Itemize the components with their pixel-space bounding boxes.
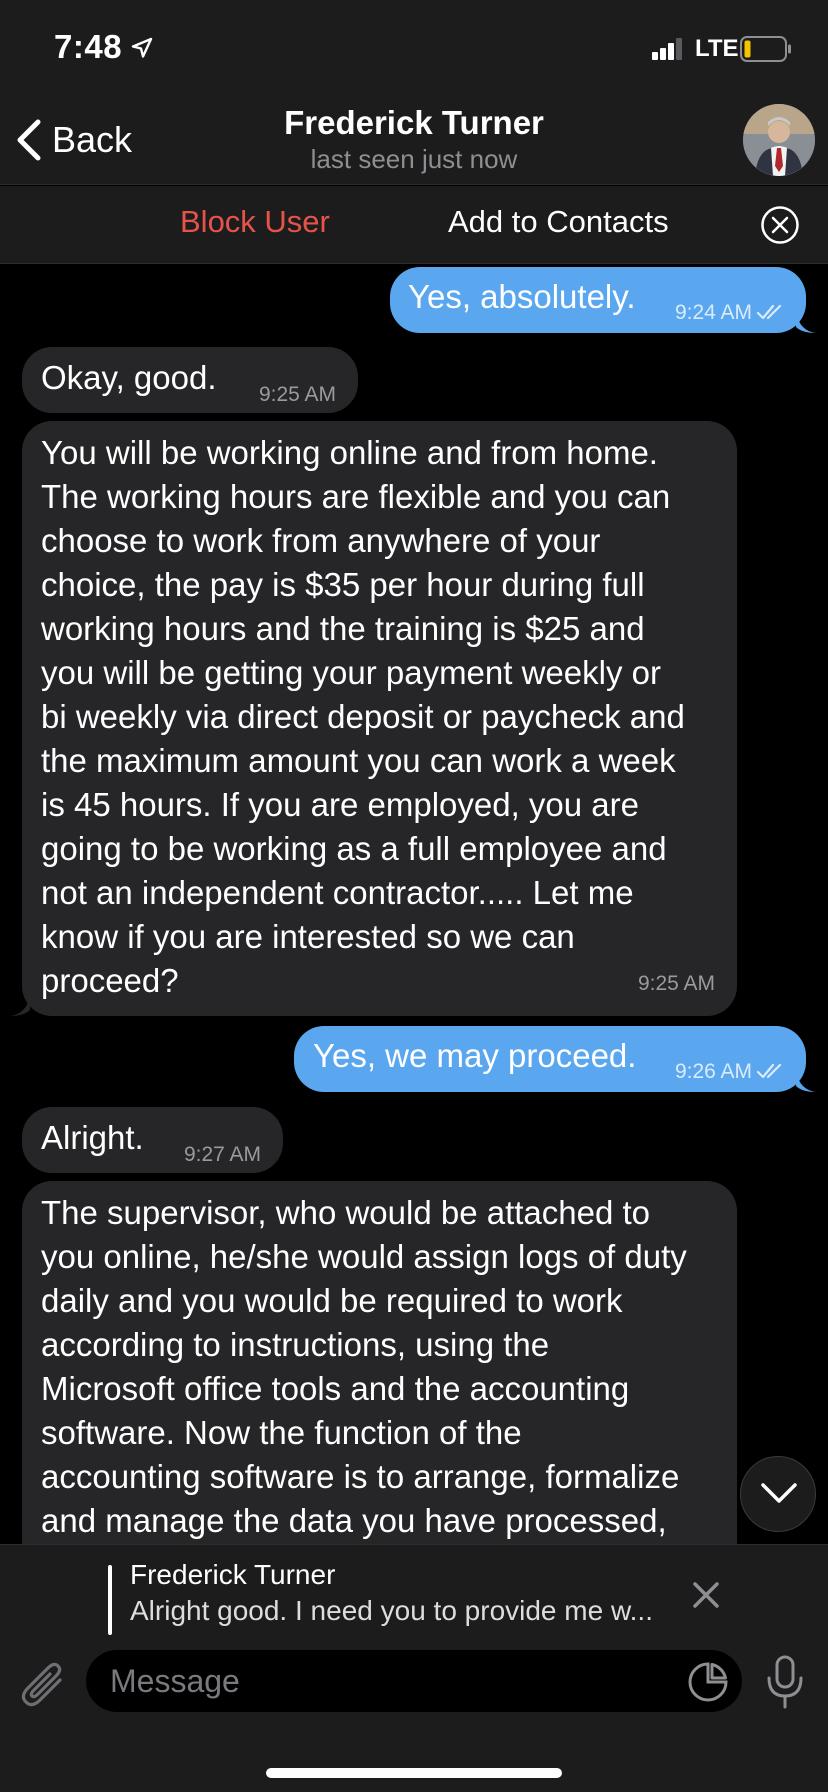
location-arrow-icon (131, 37, 153, 58)
reply-accent-line (108, 1565, 112, 1635)
bubble-tail (796, 1072, 816, 1092)
message-meta: 9:26 AM (675, 1050, 786, 1094)
reply-sender-name: Frederick Turner (130, 1559, 336, 1590)
battery-icon (740, 36, 791, 62)
sticker-icon[interactable] (686, 1660, 730, 1704)
chat-header: Back Frederick Turner last seen just now (0, 100, 828, 185)
close-icon[interactable] (690, 1579, 722, 1611)
close-circle-icon[interactable] (760, 205, 800, 245)
message-bubble-incoming[interactable]: Alright. 9:27 AM (22, 1107, 283, 1173)
composer-bar (0, 1644, 828, 1792)
message-bubble-incoming[interactable]: Okay, good. 9:25 AM (22, 347, 358, 413)
action-bar: Block User Add to Contacts (0, 186, 828, 264)
bubble-tail (10, 996, 30, 1016)
double-check-icon (756, 304, 782, 320)
add-to-contacts-button[interactable]: Add to Contacts (448, 204, 669, 240)
status-time: 7:48 (54, 28, 123, 65)
message-time: 9:24 AM (674, 301, 752, 324)
scroll-to-bottom-button[interactable] (740, 1456, 816, 1532)
message-time: 9:26 AM (674, 1060, 752, 1083)
bubble-tail (796, 313, 816, 333)
message-input[interactable] (86, 1650, 742, 1712)
avatar[interactable] (743, 104, 815, 176)
chevron-down-icon (761, 1483, 797, 1503)
message-time: 9:25 AM (637, 972, 715, 995)
double-check-icon (756, 1063, 782, 1079)
message-meta: 9:24 AM (675, 291, 786, 335)
message-bubble-incoming[interactable]: The supervisor, who would be attached to… (22, 1181, 737, 1544)
message-list[interactable]: Yes, absolutely. 9:24 AM Okay, good. 9:2… (0, 264, 828, 1544)
microphone-icon[interactable] (764, 1654, 806, 1710)
last-seen-status: last seen just now (310, 144, 518, 174)
signal-bars-icon (652, 38, 682, 60)
message-time: 9:25 AM (258, 383, 336, 406)
avatar-photo-icon (743, 104, 815, 176)
message-text: The supervisor, who would be attached to… (41, 1194, 687, 1539)
home-indicator (266, 1768, 562, 1778)
reply-message-text: Alright good. I need you to provide me w… (130, 1595, 653, 1626)
status-bar: 7:48 LTE (0, 0, 828, 100)
message-bubble-outgoing[interactable]: Yes, absolutely. 9:24 AM (390, 267, 806, 333)
message-text: You will be working online and from home… (41, 434, 685, 999)
reply-preview: Frederick Turner Alright good. I need yo… (0, 1544, 828, 1644)
message-time: 9:27 AM (183, 1143, 261, 1166)
contact-name[interactable]: Frederick Turner (0, 104, 828, 142)
block-user-button[interactable]: Block User (180, 204, 330, 240)
message-bubble-incoming[interactable]: You will be working online and from home… (22, 421, 737, 1016)
paperclip-icon[interactable] (20, 1658, 66, 1710)
network-label: LTE (695, 35, 739, 62)
message-bubble-outgoing[interactable]: Yes, we may proceed. 9:26 AM (294, 1026, 806, 1092)
